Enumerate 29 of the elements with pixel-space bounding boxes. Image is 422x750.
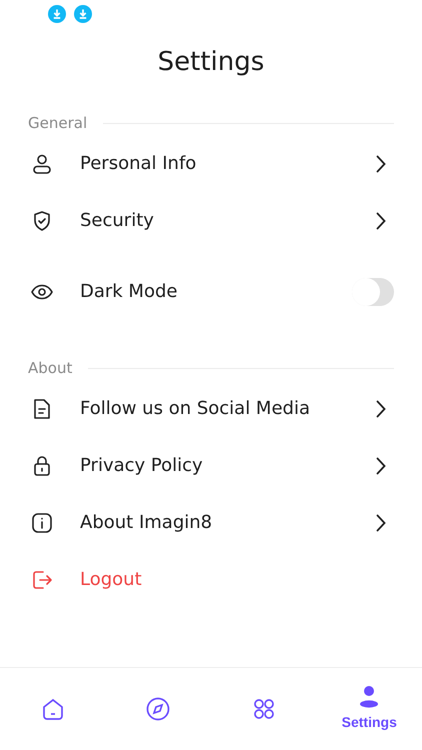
- chevron-right-icon: [376, 400, 386, 418]
- section-heading: General: [28, 114, 88, 132]
- download-icon: [74, 5, 92, 23]
- person-icon: [30, 152, 54, 176]
- compass-icon: [145, 696, 172, 722]
- page-title: Settings: [156, 47, 266, 77]
- settings-label: Dark Mode: [80, 281, 178, 302]
- chevron-right-icon: [376, 456, 386, 474]
- settings-item[interactable]: Personal Info: [0, 135, 422, 192]
- toggle-switch[interactable]: [352, 278, 394, 306]
- settings-label: About Imagin8: [80, 512, 214, 533]
- settings-label: Logout: [80, 569, 143, 590]
- settings-item[interactable]: Security: [0, 192, 422, 249]
- settings-item[interactable]: About Imagin8: [0, 494, 422, 551]
- settings-item[interactable]: Follow us on Social Media: [0, 380, 422, 437]
- chevron-right-icon: [376, 154, 386, 172]
- chevron-right-icon: [376, 212, 386, 230]
- settings-item[interactable]: Dark Mode: [0, 249, 422, 334]
- settings-label: Follow us on Social Media: [80, 398, 311, 419]
- settings-label: Personal Info: [80, 153, 198, 174]
- download-icon: [48, 5, 66, 23]
- settings-item[interactable]: Logout: [0, 551, 422, 608]
- section-heading: About: [28, 359, 72, 377]
- settings-label: Privacy Policy: [80, 455, 204, 476]
- nav-tab[interactable]: Settings: [316, 668, 422, 750]
- settings-label: Security: [80, 210, 155, 231]
- chevron-right-icon: [376, 514, 386, 532]
- info-icon: [30, 510, 54, 534]
- settings-item[interactable]: Privacy Policy: [0, 437, 422, 494]
